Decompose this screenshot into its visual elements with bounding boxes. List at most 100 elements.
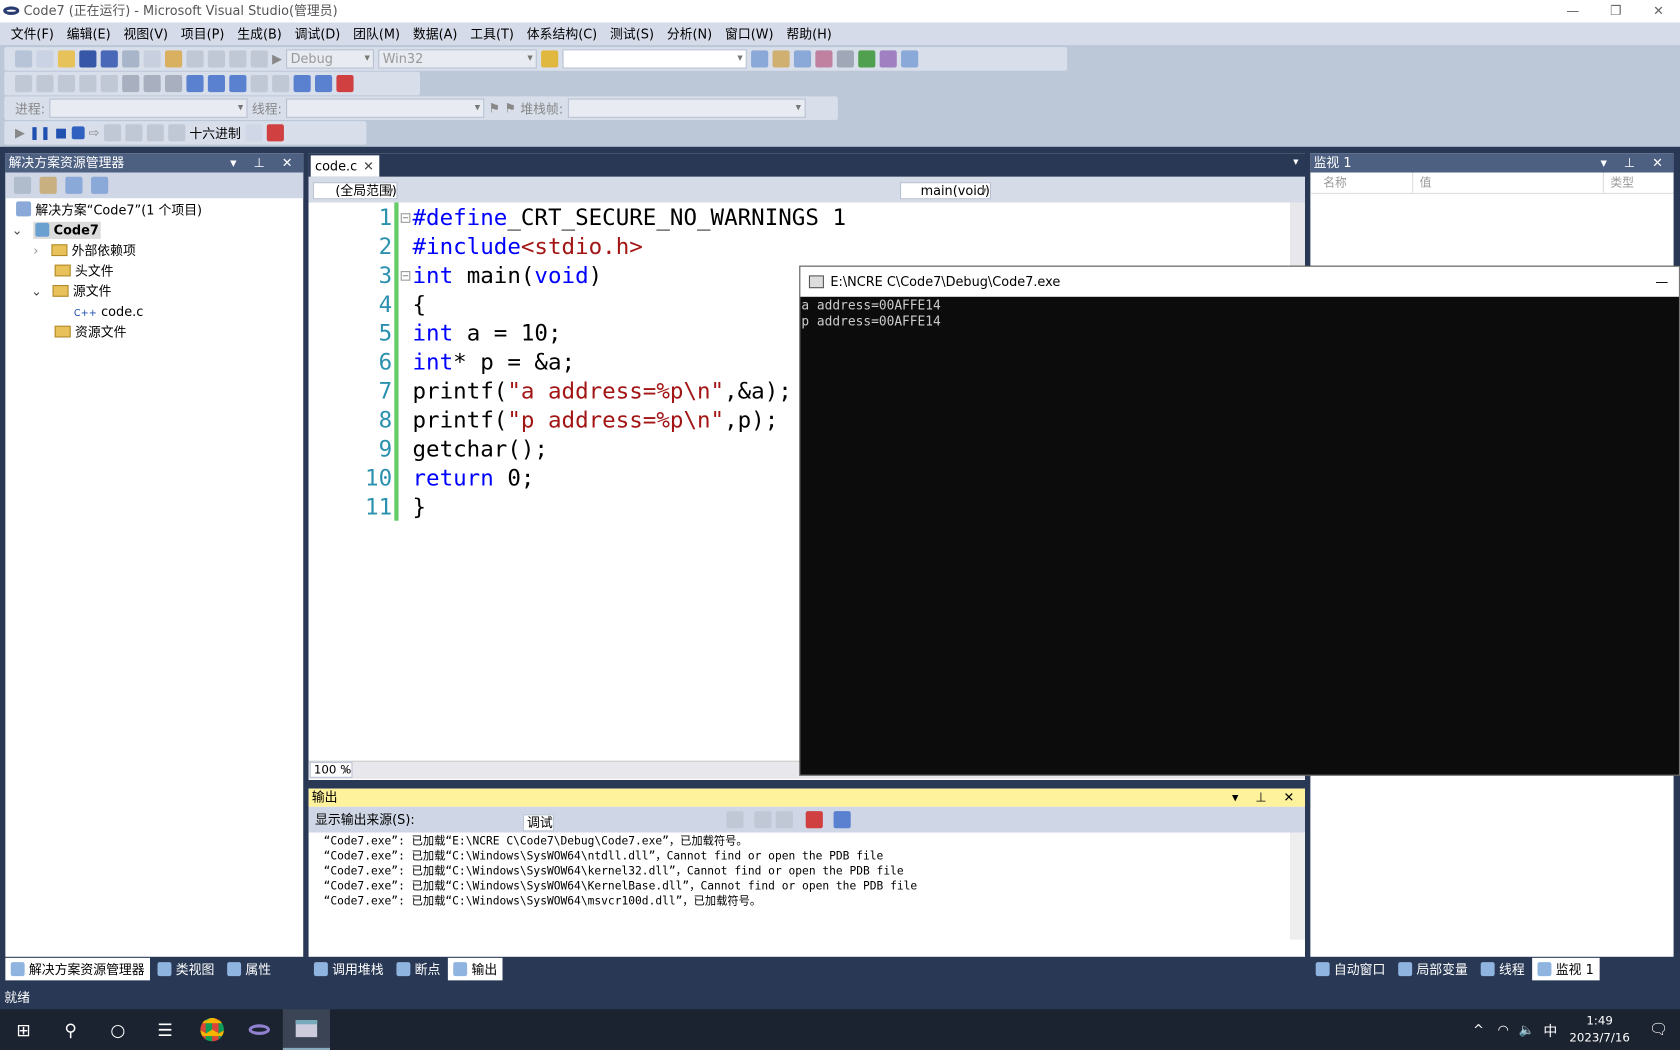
output-scrollbar[interactable] — [1290, 832, 1306, 940]
bottom-tab[interactable]: 类视图 — [152, 958, 220, 981]
ime-indicator[interactable]: 中 — [1539, 1009, 1563, 1050]
menu-item[interactable]: 文件(F) — [4, 25, 60, 43]
visual-studio-icon[interactable] — [236, 1009, 283, 1050]
menu-item[interactable]: 团队(M) — [347, 25, 407, 43]
volume-icon[interactable]: 🔈 — [1515, 1009, 1539, 1050]
panel-controls[interactable]: ▾ ⊥ ✕ — [1601, 153, 1670, 172]
stop-icon[interactable]: ■ — [55, 125, 67, 140]
bottom-tab[interactable]: 解决方案资源管理器 — [5, 957, 151, 981]
chevron-right-icon[interactable]: › — [33, 243, 38, 258]
column-value[interactable]: 值 — [1413, 172, 1604, 193]
clear-all-icon[interactable] — [805, 811, 823, 829]
thread-select[interactable] — [286, 98, 485, 118]
notifications-icon[interactable]: 🗨 — [1637, 1009, 1680, 1050]
comment-icon[interactable] — [143, 75, 161, 93]
word-wrap-icon[interactable] — [833, 811, 851, 829]
stackframe-select[interactable] — [567, 98, 806, 118]
next-message-icon[interactable] — [775, 811, 793, 829]
redo-icon[interactable] — [207, 50, 226, 68]
quick-info-icon[interactable] — [57, 75, 76, 93]
chevron-down-icon[interactable]: ⌄ — [31, 284, 42, 299]
properties-icon[interactable] — [13, 176, 32, 194]
start-icon[interactable]: ▶ — [272, 51, 282, 66]
tree-item-external-deps[interactable]: › 外部依赖项 — [33, 241, 136, 261]
restart-icon[interactable] — [71, 126, 85, 140]
member-list-icon[interactable] — [15, 75, 33, 93]
bottom-tab[interactable]: 自动窗口 — [1310, 958, 1390, 981]
outdent-icon[interactable] — [100, 75, 118, 93]
menu-item[interactable]: 项目(P) — [174, 25, 230, 43]
windows-start-icon[interactable]: ⊞ — [0, 1009, 47, 1050]
more-icon[interactable] — [901, 50, 919, 68]
collapse-icon[interactable]: − — [400, 271, 411, 281]
flag-icon[interactable]: ⚑ — [489, 101, 501, 116]
tab-list-dropdown-icon[interactable]: ▾ — [1293, 156, 1298, 168]
toolbox-icon[interactable] — [815, 50, 833, 68]
parameter-info-icon[interactable] — [36, 75, 54, 93]
find-combo[interactable] — [562, 49, 748, 69]
chevron-down-icon[interactable]: ⌄ — [12, 223, 23, 238]
view-code-icon[interactable] — [65, 176, 83, 194]
solution-explorer-icon[interactable] — [751, 50, 769, 68]
hex-toggle[interactable]: 十六进制 — [189, 124, 240, 142]
column-type[interactable]: 类型 — [1604, 173, 1634, 193]
find-in-files-icon[interactable] — [541, 50, 559, 68]
column-name[interactable]: 名称 — [1310, 172, 1414, 193]
task-view-icon[interactable]: ☰ — [141, 1009, 188, 1050]
menu-item[interactable]: 帮助(H) — [780, 25, 838, 43]
menu-item[interactable]: 数据(A) — [406, 25, 463, 43]
output-text[interactable]: “Code7.exe”: 已加载“E:\NCRE C\Code7\Debug\C… — [309, 833, 1305, 910]
new-project-icon[interactable] — [15, 50, 33, 68]
menu-item[interactable]: 体系结构(C) — [520, 25, 603, 43]
step-into-icon[interactable] — [103, 124, 121, 142]
menu-item[interactable]: 视图(V) — [117, 25, 174, 43]
clock[interactable]: 1:49 2023/7/16 — [1562, 1013, 1637, 1047]
navigate-forward-icon[interactable] — [250, 50, 268, 68]
undo-icon[interactable] — [186, 50, 204, 68]
menu-item[interactable]: 窗口(W) — [719, 25, 780, 43]
restore-button[interactable]: ❐ — [1594, 0, 1637, 23]
tree-item-resources[interactable]: 资源文件 — [54, 323, 126, 343]
bottom-tab[interactable]: 属性 — [222, 958, 277, 981]
tree-item-sources[interactable]: ⌄ 源文件 — [31, 282, 111, 302]
tree-item-project[interactable]: ⌄ Code7 — [12, 221, 101, 241]
platform-select[interactable]: Win32 — [378, 49, 538, 69]
cortana-icon[interactable]: ○ — [94, 1009, 141, 1050]
navigate-back-icon[interactable] — [229, 50, 247, 68]
uncomment-icon[interactable] — [165, 75, 183, 93]
scope-select[interactable]: (全局范围) — [312, 182, 398, 200]
output-source-select[interactable]: 调试 — [522, 814, 554, 832]
menu-item[interactable]: 工具(T) — [464, 25, 520, 43]
complete-word-icon[interactable] — [79, 75, 97, 93]
collapse-icon[interactable]: − — [400, 213, 411, 223]
minimize-button[interactable]: — — [1551, 0, 1594, 23]
step-over-icon[interactable] — [125, 124, 143, 142]
break-all-icon[interactable]: ❚❚ — [29, 125, 51, 140]
clear-bookmarks-icon[interactable] — [336, 75, 354, 93]
zoom-select[interactable]: 100 % — [309, 761, 353, 778]
prev-bookmark-doc-icon[interactable] — [293, 75, 311, 93]
console-taskbar-icon[interactable] — [282, 1009, 331, 1050]
bottom-tab[interactable]: 线程 — [1475, 958, 1530, 981]
step-out-icon[interactable] — [146, 124, 164, 142]
cut-icon[interactable] — [122, 50, 140, 68]
start-page-icon[interactable] — [858, 50, 876, 68]
continue-icon[interactable]: ▶ — [15, 125, 25, 140]
search-icon[interactable]: ⚲ — [47, 1009, 94, 1050]
save-icon[interactable] — [79, 50, 97, 68]
prev-bookmark-folder-icon[interactable] — [250, 75, 268, 93]
prev-message-icon[interactable] — [754, 811, 772, 829]
chrome-icon[interactable] — [189, 1009, 236, 1050]
menu-item[interactable]: 调试(D) — [288, 25, 347, 43]
panel-controls[interactable]: ▾ ⊥ ✕ — [1232, 789, 1301, 807]
menu-item[interactable]: 分析(N) — [660, 25, 718, 43]
class-diagram-icon[interactable] — [91, 176, 109, 194]
indent-icon[interactable] — [122, 75, 140, 93]
tray-expand-icon[interactable]: ^ — [1466, 1009, 1492, 1050]
open-icon[interactable] — [57, 50, 76, 68]
function-select[interactable]: main(void) — [900, 182, 992, 200]
bottom-tab[interactable]: 监视 1 — [1532, 957, 1600, 981]
threads-icon[interactable] — [245, 124, 263, 142]
extension-icon[interactable] — [879, 50, 898, 68]
tools-icon[interactable] — [837, 50, 855, 68]
